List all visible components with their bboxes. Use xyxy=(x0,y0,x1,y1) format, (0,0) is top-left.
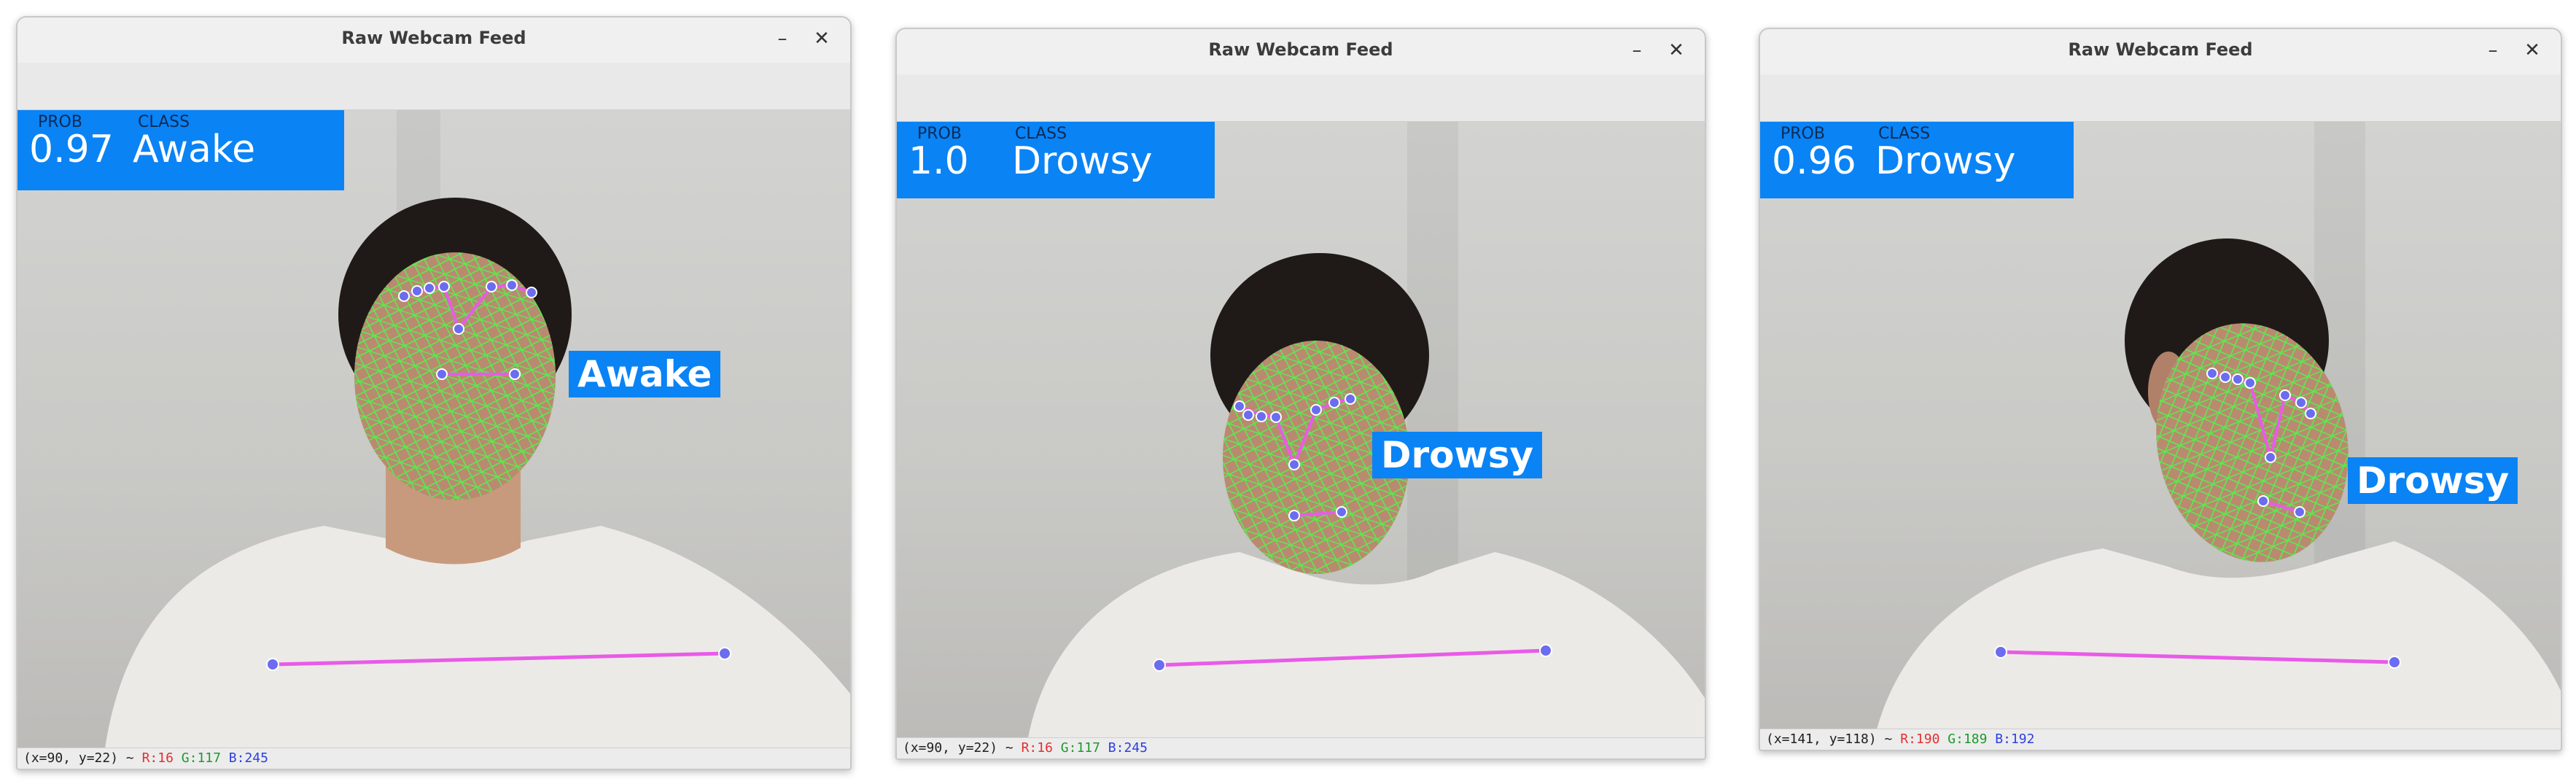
webcam-window-3: Raw Webcam Feed – ✕ PROB CLASS 0.96 Drow… xyxy=(1759,28,2562,751)
status-coords: (x=90, y=22) ~ xyxy=(903,740,1013,756)
class-value: Drowsy xyxy=(1012,139,1153,183)
close-icon[interactable]: ✕ xyxy=(1664,38,1689,63)
person-scene xyxy=(105,198,850,748)
prediction-box: PROB CLASS 1.0 Drowsy xyxy=(897,122,1215,198)
title-bar[interactable]: Raw Webcam Feed – ✕ xyxy=(17,18,850,63)
status-r: R:16 xyxy=(1021,740,1053,756)
class-value: Drowsy xyxy=(1875,139,2016,183)
status-b: B:245 xyxy=(1108,740,1148,756)
status-g: G:117 xyxy=(1060,740,1100,756)
prediction-box: PROB CLASS 0.97 Awake xyxy=(17,110,344,190)
status-b: B:245 xyxy=(228,750,268,766)
shirt xyxy=(1877,541,2561,729)
webcam-window-2: Raw Webcam Feed – ✕ PROB CLASS 1.0 Drows… xyxy=(895,28,1706,760)
window-title: Raw Webcam Feed xyxy=(341,28,526,48)
shirt xyxy=(1028,552,1705,738)
title-bar[interactable]: Raw Webcam Feed – ✕ xyxy=(1760,29,2561,75)
status-coords: (x=141, y=118) ~ xyxy=(1766,731,1893,747)
status-b: B:192 xyxy=(1995,731,2035,747)
class-value: Awake xyxy=(133,128,256,171)
minimize-icon[interactable]: – xyxy=(1624,38,1649,63)
toolbar xyxy=(897,74,1705,122)
window-title: Raw Webcam Feed xyxy=(1208,39,1393,60)
webcam-window-1: Raw Webcam Feed – ✕ PROB CLASS 0.97 Awak… xyxy=(16,16,852,770)
toolbar xyxy=(1760,74,2561,122)
prob-value: 0.96 xyxy=(1772,139,1856,183)
prob-value: 1.0 xyxy=(908,139,969,183)
person-scene xyxy=(1877,238,2561,729)
status-r: R:16 xyxy=(141,750,174,766)
face-class-label: Awake xyxy=(569,351,721,397)
status-coords: (x=90, y=22) ~ xyxy=(23,750,134,766)
window-title: Raw Webcam Feed xyxy=(2068,39,2253,60)
prob-value: 0.97 xyxy=(29,128,114,171)
face-class-label: Drowsy xyxy=(2348,457,2518,504)
toolbar xyxy=(17,63,850,110)
video-feed[interactable]: PROB CLASS 0.96 Drowsy Drowsy xyxy=(1760,122,2561,729)
minimize-icon[interactable]: – xyxy=(2480,38,2505,63)
minimize-icon[interactable]: – xyxy=(770,26,795,51)
face-class-label: Drowsy xyxy=(1372,432,1543,478)
status-bar: (x=90, y=22) ~ R:16 G:117 B:245 xyxy=(17,748,850,769)
status-bar: (x=141, y=118) ~ R:190 G:189 B:192 xyxy=(1760,729,2561,750)
status-g: G:117 xyxy=(181,750,221,766)
video-feed[interactable]: PROB CLASS 0.97 Awake Awake xyxy=(17,110,850,748)
video-feed[interactable]: PROB CLASS 1.0 Drowsy Drowsy xyxy=(897,122,1705,738)
prediction-box: PROB CLASS 0.96 Drowsy xyxy=(1760,122,2074,198)
person-scene xyxy=(1028,253,1705,738)
close-icon[interactable]: ✕ xyxy=(809,26,834,51)
status-g: G:189 xyxy=(1947,731,1988,747)
title-bar[interactable]: Raw Webcam Feed – ✕ xyxy=(897,29,1705,75)
status-bar: (x=90, y=22) ~ R:16 G:117 B:245 xyxy=(897,737,1705,758)
status-r: R:190 xyxy=(1900,731,1940,747)
close-icon[interactable]: ✕ xyxy=(2520,38,2545,63)
